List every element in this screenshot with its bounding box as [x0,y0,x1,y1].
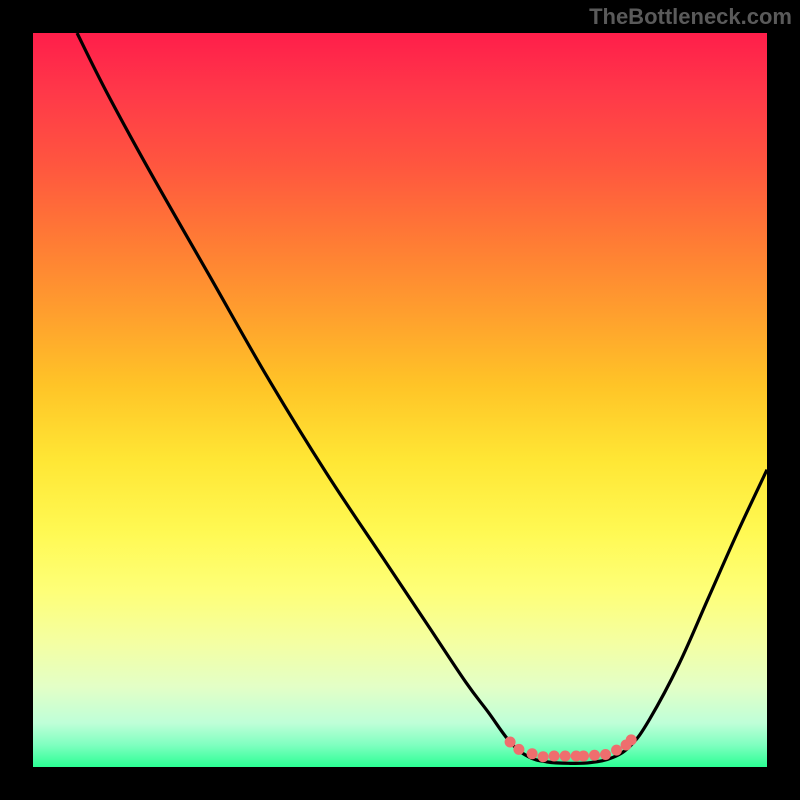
data-marker [560,750,571,761]
data-marker [600,749,611,760]
data-marker [589,750,600,761]
data-marker [626,734,637,745]
data-marker [513,744,524,755]
watermark-text: TheBottleneck.com [589,4,792,30]
data-marker [611,745,622,756]
data-marker [549,750,560,761]
data-marker [538,751,549,762]
data-marker [578,750,589,761]
chart-overlay-svg [33,33,767,767]
chart-container: TheBottleneck.com [0,0,800,800]
data-marker [527,748,538,759]
curve-lines [77,33,767,763]
marker-group [505,734,637,762]
curve-path [77,33,767,763]
data-marker [505,737,516,748]
